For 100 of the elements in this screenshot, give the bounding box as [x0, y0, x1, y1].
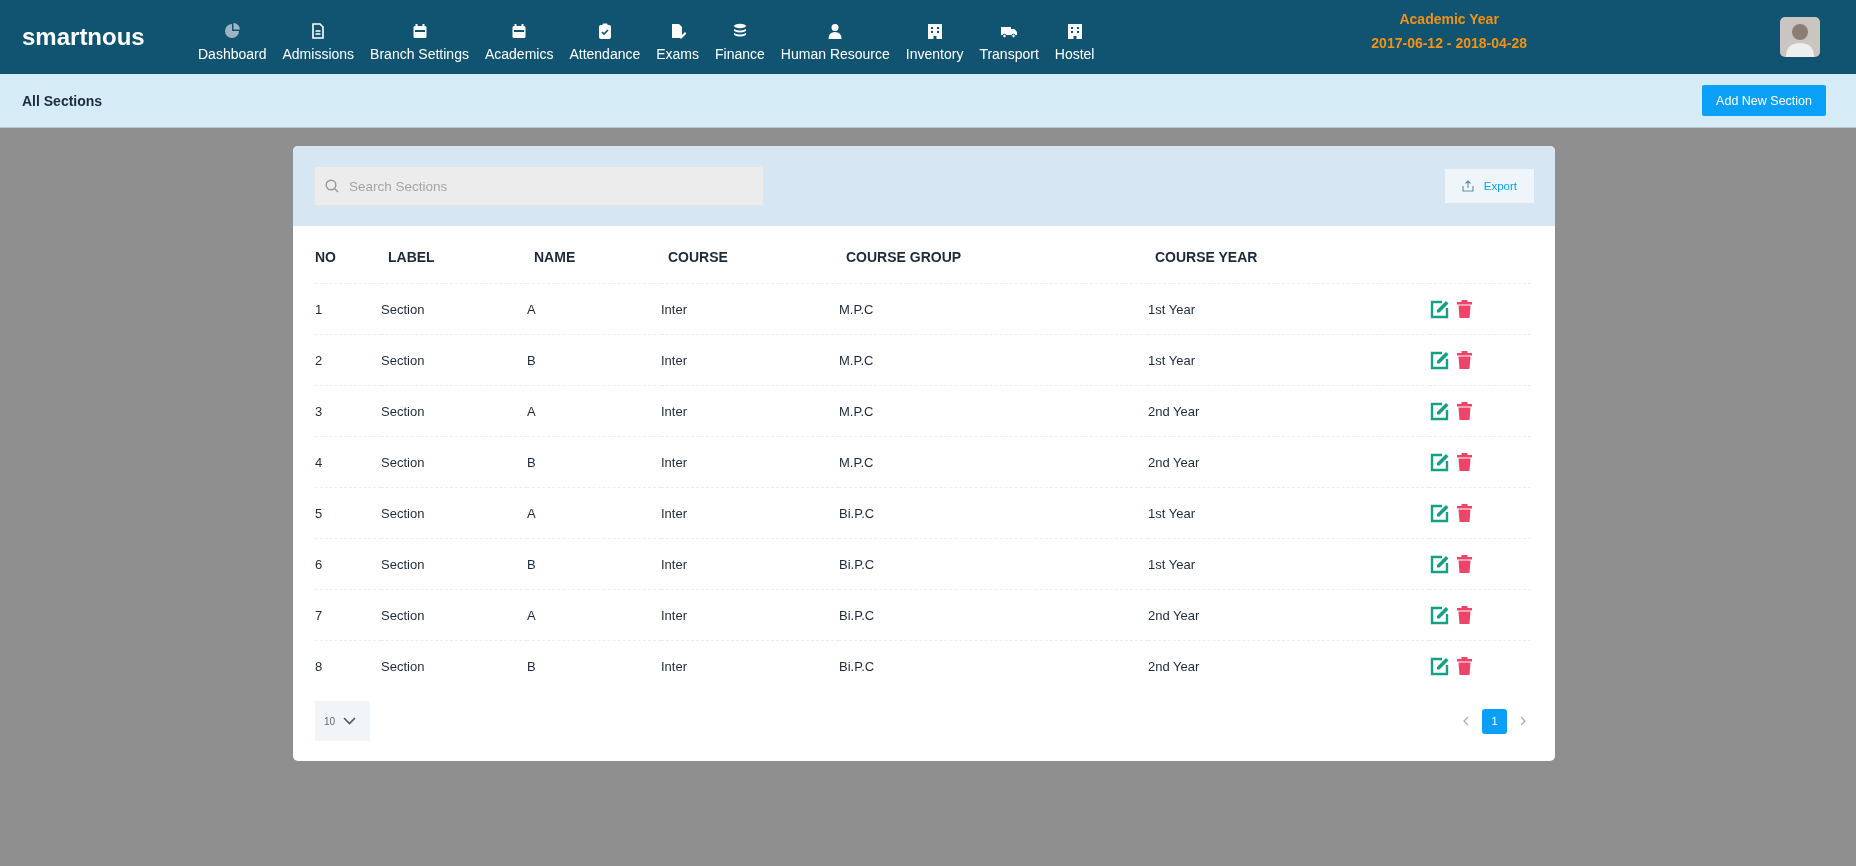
edit-icon[interactable] — [1429, 401, 1450, 421]
table-cell: Section — [381, 301, 425, 317]
column-header: LABEL — [388, 248, 435, 265]
person-icon — [827, 22, 844, 40]
edit-icon[interactable] — [1429, 554, 1450, 574]
nav-item[interactable]: Admissions — [274, 22, 363, 62]
table-cell: B — [527, 556, 536, 572]
table-cell: A — [527, 403, 536, 419]
table-cell: 1 — [315, 301, 323, 317]
table-cell: Section — [381, 454, 425, 470]
table-cell: Inter — [661, 301, 687, 317]
table-cell: 1st Year — [1148, 556, 1195, 572]
trash-icon[interactable] — [1456, 656, 1473, 676]
table-cell: M.P.C — [839, 403, 874, 419]
building-icon — [1066, 22, 1083, 40]
trash-icon[interactable] — [1456, 503, 1473, 523]
column-header: COURSE — [668, 248, 728, 265]
table-cell: M.P.C — [839, 352, 874, 368]
edit-icon[interactable] — [1429, 350, 1450, 370]
table-cell: B — [527, 454, 536, 470]
nav-item[interactable]: Academics — [476, 22, 562, 62]
table-cell: Bi.P.C — [839, 658, 875, 674]
table-cell: Inter — [661, 403, 687, 419]
table-cell: Section — [381, 352, 425, 368]
nav-item[interactable]: Exams — [648, 22, 708, 62]
table-cell: 8 — [315, 658, 323, 674]
trash-icon[interactable] — [1456, 605, 1473, 625]
column-header: NO — [315, 248, 336, 265]
table-cell: B — [527, 352, 536, 368]
nav-item[interactable]: Inventory — [897, 22, 972, 62]
user-avatar[interactable] — [1780, 17, 1820, 57]
document-pencil-icon — [669, 22, 686, 40]
column-header: NAME — [534, 248, 576, 265]
table-cell: 7 — [315, 607, 323, 623]
nav-item[interactable]: Dashboard — [190, 22, 275, 62]
calendar-icon — [411, 22, 428, 40]
search-field[interactable]: Search Sections — [314, 166, 764, 206]
table-cell: Inter — [661, 454, 687, 470]
next-page-icon[interactable] — [1520, 716, 1527, 726]
table-cell: 6 — [315, 556, 323, 572]
building-icon — [926, 22, 943, 40]
pie-chart-icon — [224, 22, 241, 40]
table-cell: Bi.P.C — [839, 607, 875, 623]
table-cell: Inter — [661, 658, 687, 674]
edit-icon[interactable] — [1429, 299, 1450, 319]
table-cell: Inter — [661, 352, 687, 368]
table-cell: Section — [381, 556, 425, 572]
table-cell: 2nd Year — [1148, 658, 1200, 674]
table-cell: 5 — [315, 505, 323, 521]
previous-page-icon[interactable] — [1462, 716, 1469, 726]
table-cell: A — [527, 301, 536, 317]
nav-item[interactable]: Hostel — [1046, 22, 1103, 62]
edit-icon[interactable] — [1429, 503, 1450, 523]
table-cell: Inter — [661, 505, 687, 521]
nav-item[interactable]: Branch Settings — [362, 22, 477, 62]
upload-icon — [1461, 180, 1474, 192]
page-size-select[interactable]: 10 — [315, 701, 370, 741]
nav-item[interactable]: Transport — [971, 22, 1047, 62]
brand-logo[interactable]: smartnous — [22, 23, 190, 51]
column-header: COURSE GROUP — [846, 248, 962, 265]
trash-icon[interactable] — [1456, 401, 1473, 421]
table-cell: 1st Year — [1148, 301, 1195, 317]
calendar-icon — [511, 22, 528, 40]
table-cell: Section — [381, 607, 425, 623]
table-cell: 1st Year — [1148, 352, 1195, 368]
table-cell: Bi.P.C — [839, 556, 875, 572]
trash-icon[interactable] — [1456, 299, 1473, 319]
table-cell: Bi.P.C — [839, 505, 875, 521]
column-header: COURSE YEAR — [1155, 248, 1258, 265]
academic-year-label: Academic Year — [1398, 10, 1500, 29]
table-cell: 2nd Year — [1148, 403, 1200, 419]
table-cell: 1st Year — [1148, 505, 1195, 521]
table-cell: Section — [381, 658, 425, 674]
table-cell: 2 — [315, 352, 323, 368]
nav-item[interactable]: Human Resource — [772, 22, 898, 62]
table-cell: Inter — [661, 556, 687, 572]
table-cell: Section — [381, 505, 425, 521]
trash-icon[interactable] — [1456, 350, 1473, 370]
academic-year-range: 2017-06-12 - 2018-04-28 — [1371, 34, 1527, 53]
table-cell: 3 — [315, 403, 323, 419]
edit-icon[interactable] — [1429, 452, 1450, 472]
edit-icon[interactable] — [1429, 605, 1450, 625]
clipboard-check-icon — [596, 22, 613, 40]
table-cell: A — [527, 607, 536, 623]
table-cell: A — [527, 505, 536, 521]
nav-item[interactable]: Attendance — [561, 22, 649, 62]
table-cell: 2nd Year — [1148, 607, 1200, 623]
document-icon — [310, 22, 327, 40]
table-cell: B — [527, 658, 536, 674]
table-cell: Section — [381, 403, 425, 419]
trash-icon[interactable] — [1456, 452, 1473, 472]
table-cell: 2nd Year — [1148, 454, 1200, 470]
table-cell: M.P.C — [839, 301, 874, 317]
edit-icon[interactable] — [1429, 656, 1450, 676]
trash-icon[interactable] — [1456, 554, 1473, 574]
nav-item[interactable]: Finance — [707, 22, 773, 62]
table-cell: Inter — [661, 607, 687, 623]
page-title: All Sections — [22, 92, 103, 109]
chevron-down-icon — [343, 717, 357, 725]
table-cell: M.P.C — [839, 454, 874, 470]
